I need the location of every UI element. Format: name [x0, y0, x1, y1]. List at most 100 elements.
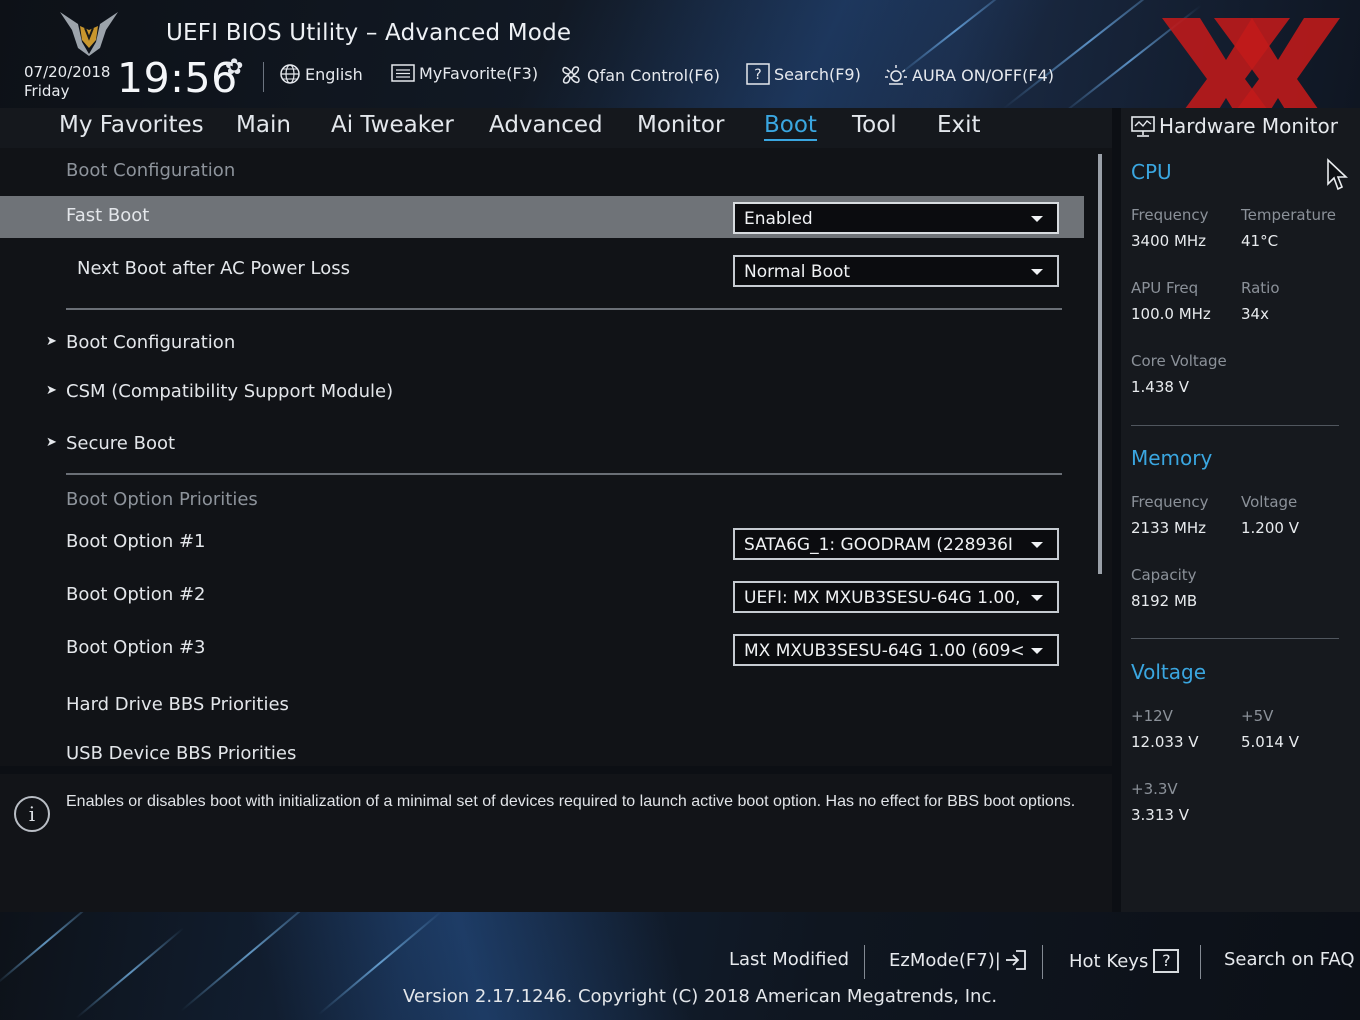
setting-label: Next Boot after AC Power Loss	[77, 258, 351, 279]
tab-ai-tweaker[interactable]: Ai Tweaker	[331, 112, 454, 138]
chevron-down-icon	[1031, 648, 1043, 654]
setting-row-usb-bbs[interactable]: USB Device BBS Priorities	[0, 734, 1084, 766]
submenu-boot-configuration[interactable]: ➤ Boot Configuration	[0, 324, 1084, 364]
v5-value: 5.014 V	[1241, 733, 1299, 751]
cpu-temperature-label: Temperature	[1241, 206, 1337, 224]
chevron-down-icon	[1031, 542, 1043, 548]
monitor-icon	[1131, 116, 1155, 137]
section-header: Boot Configuration	[66, 160, 236, 181]
select-value: SATA6G_1: GOODRAM (228936I	[744, 535, 1013, 555]
tab-boot[interactable]: Boot	[764, 112, 817, 141]
tab-exit[interactable]: Exit	[937, 112, 981, 138]
setting-label: USB Device BBS Priorities	[66, 743, 297, 764]
search-faq-button[interactable]: Search on FAQ	[1224, 949, 1355, 970]
aura-label: AURA ON/OFF(F4)	[912, 65, 1054, 85]
divider	[1131, 425, 1339, 426]
decor-streak	[0, 912, 96, 986]
search-button[interactable]: ? Search(F9)	[746, 63, 861, 85]
qfan-control-button[interactable]: Qfan Control(F6)	[559, 63, 720, 87]
language-label: English	[305, 64, 363, 84]
ezmode-button[interactable]: EzMode(F7)|	[889, 949, 1028, 971]
help-panel: i Enables or disables boot with initiali…	[0, 774, 1112, 912]
tab-my-favorites[interactable]: My Favorites	[59, 112, 204, 138]
setting-label: Hard Drive BBS Priorities	[66, 694, 289, 715]
day-label: Friday	[24, 82, 70, 100]
svg-text:?: ?	[754, 67, 761, 83]
search-faq-label: Search on FAQ	[1224, 949, 1355, 970]
tuf-logo-icon	[60, 12, 118, 56]
info-icon: i	[14, 796, 50, 832]
footer-separator	[1042, 945, 1043, 979]
chevron-right-icon: ➤	[46, 435, 57, 450]
cpu-frequency-label: Frequency	[1131, 206, 1209, 224]
search-label: Search(F9)	[774, 64, 861, 84]
page-title: UEFI BIOS Utility – Advanced Mode	[166, 20, 572, 46]
hardware-monitor-panel: Hardware Monitor CPU Frequency Temperatu…	[1121, 108, 1360, 912]
tab-tool[interactable]: Tool	[852, 112, 897, 138]
exit-arrow-icon	[1005, 950, 1026, 970]
hardware-monitor-title: Hardware Monitor	[1159, 114, 1338, 138]
aura-light-icon	[885, 65, 907, 85]
favorite-list-icon	[391, 64, 415, 82]
header-bar: UEFI BIOS Utility – Advanced Mode 07/20/…	[0, 0, 1360, 108]
capacity-value: 8192 MB	[1131, 592, 1198, 610]
chevron-right-icon: ➤	[46, 334, 57, 349]
last-modified-label: Last Modified	[729, 949, 850, 970]
date-label: 07/20/2018	[24, 63, 111, 81]
ezmode-label: EzMode(F7)|	[889, 949, 1001, 971]
submenu-secure-boot[interactable]: ➤ Secure Boot	[0, 425, 1084, 465]
header-separator	[263, 62, 264, 92]
language-button[interactable]: English	[279, 63, 363, 85]
chevron-down-icon	[1031, 269, 1043, 275]
gear-icon[interactable]: ✿	[225, 55, 243, 80]
qfan-label: Qfan Control(F6)	[587, 65, 720, 85]
ratio-value: 34x	[1241, 305, 1269, 323]
memory-voltage-label: Voltage	[1241, 493, 1298, 511]
decor-streak	[75, 927, 185, 1019]
apu-freq-label: APU Freq	[1131, 279, 1199, 297]
section-header: Boot Option Priorities	[66, 489, 258, 510]
next-boot-select[interactable]: Normal Boot	[733, 255, 1059, 287]
myfavorite-label: MyFavorite(F3)	[419, 63, 539, 83]
help-key-icon: ?	[1153, 949, 1180, 973]
v12-label: +12V	[1131, 707, 1173, 725]
ratio-label: Ratio	[1241, 279, 1280, 297]
setting-row-hdd-bbs[interactable]: Hard Drive BBS Priorities	[0, 685, 1084, 727]
hot-keys-button[interactable]: Hot Keys ?	[1069, 949, 1180, 973]
cpu-temperature-value: 41°C	[1241, 232, 1279, 250]
tab-monitor[interactable]: Monitor	[637, 112, 724, 138]
version-text: Version 2.17.1246. Copyright (C) 2018 Am…	[403, 986, 998, 1007]
memory-heading: Memory	[1131, 446, 1213, 470]
v5-label: +5V	[1241, 707, 1274, 725]
memory-frequency-value: 2133 MHz	[1131, 519, 1207, 537]
fan-icon	[562, 66, 580, 84]
decor-streak	[180, 912, 320, 1012]
tab-advanced[interactable]: Advanced	[489, 112, 603, 138]
boot-option-3-select[interactable]: MX MXUB3SESU-64G 1.00 (609<	[733, 634, 1059, 666]
tab-main[interactable]: Main	[236, 112, 291, 138]
select-value: Enabled	[744, 209, 813, 229]
submenu-label: CSM (Compatibility Support Module)	[66, 381, 394, 402]
search-help-icon: ?	[746, 63, 770, 85]
chevron-down-icon	[1031, 216, 1043, 222]
footer-bar: Last Modified EzMode(F7)| Hot Keys ? Sea…	[0, 912, 1360, 1020]
globe-icon	[280, 64, 300, 84]
cpu-heading: CPU	[1131, 160, 1172, 184]
settings-panel: Boot Configuration Fast Boot Enabled Nex…	[0, 148, 1112, 766]
core-voltage-label: Core Voltage	[1131, 352, 1227, 370]
submenu-label: Secure Boot	[66, 433, 176, 454]
setting-label: Boot Option #2	[66, 584, 206, 605]
divider	[66, 308, 1062, 310]
last-modified-button[interactable]: Last Modified	[729, 949, 849, 970]
submenu-csm[interactable]: ➤ CSM (Compatibility Support Module)	[0, 373, 1084, 413]
myfavorite-button[interactable]: MyFavorite(F3)	[391, 63, 538, 83]
boot-option-1-select[interactable]: SATA6G_1: GOODRAM (228936I	[733, 528, 1059, 560]
clock-time[interactable]: 19:56	[117, 54, 238, 102]
capacity-label: Capacity	[1131, 566, 1197, 584]
scrollbar[interactable]	[1098, 154, 1102, 574]
fast-boot-select[interactable]: Enabled	[733, 202, 1059, 234]
setting-label: Fast Boot	[66, 205, 150, 226]
boot-option-2-select[interactable]: UEFI: MX MXUB3SESU-64G 1.00,	[733, 581, 1059, 613]
memory-frequency-label: Frequency	[1131, 493, 1209, 511]
aura-toggle-button[interactable]: AURA ON/OFF(F4)	[884, 63, 1054, 87]
